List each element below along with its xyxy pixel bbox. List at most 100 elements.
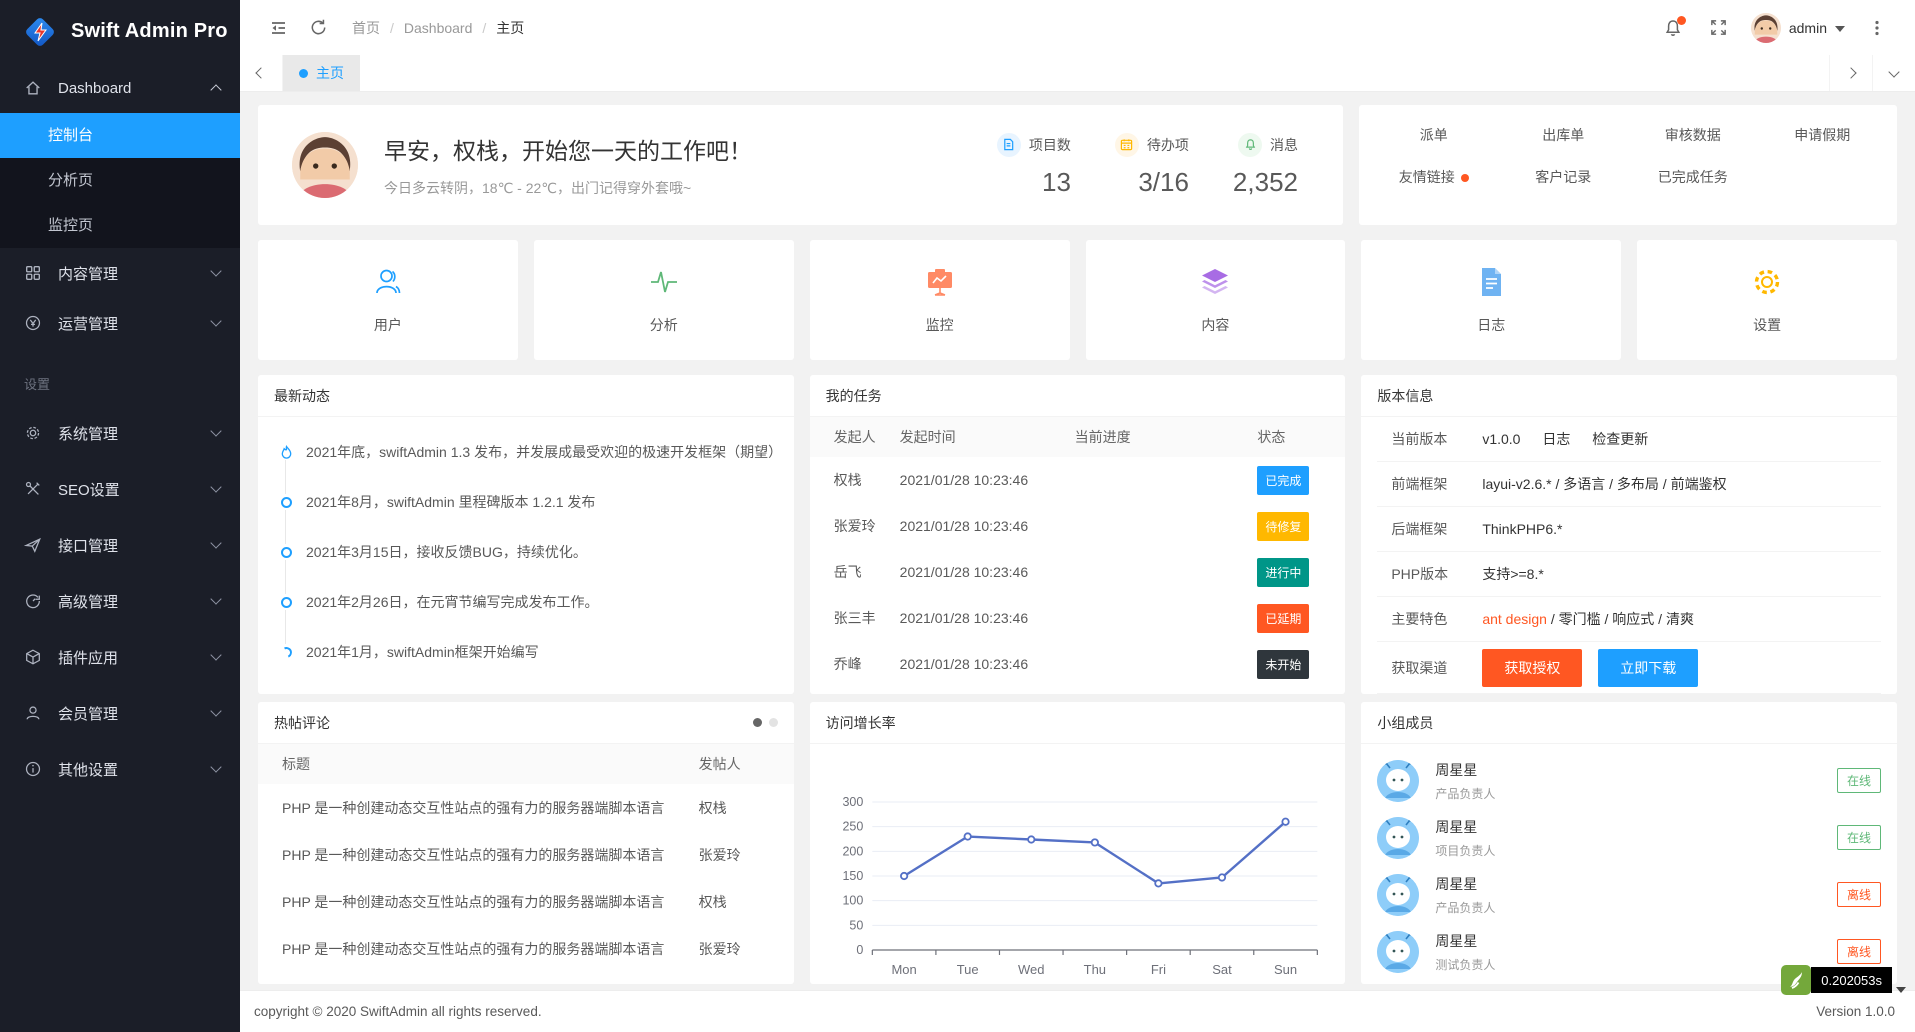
link-outbound[interactable]: 出库单 — [1499, 125, 1629, 145]
status-badge: 未开始 — [1257, 650, 1309, 679]
fullscreen-icon[interactable] — [1699, 8, 1739, 48]
thinkphp-flame-icon — [1781, 965, 1811, 995]
task-time: 2021/01/28 10:23:46 — [900, 518, 1075, 534]
card-title: 我的任务 — [826, 386, 882, 406]
carousel-dot[interactable] — [753, 718, 762, 727]
welcome-card: 早安，权栈，开始您一天的工作吧！ 今日多云转阴，18℃ - 22℃，出门记得穿外… — [258, 105, 1343, 225]
quick-nav-analysis[interactable]: 分析 — [534, 240, 794, 360]
task-owner: 张三丰 — [810, 608, 900, 628]
sidebar-item-monitor[interactable]: 监控页 — [0, 203, 240, 248]
svg-text:300: 300 — [842, 795, 863, 809]
breadcrumb-separator: / — [482, 20, 486, 36]
check-update-link[interactable]: 检查更新 — [1592, 431, 1648, 447]
sidebar-item-advanced-mgmt[interactable]: 高级管理 — [0, 573, 240, 629]
debug-trace-badge[interactable]: 0.202053s — [1781, 965, 1906, 995]
sidebar-item-operation-mgmt[interactable]: 运营管理 — [0, 298, 240, 348]
tasks-card: 我的任务 发起人 发起时间 当前进度 状态 权栈 2021/01/28 10:2… — [810, 375, 1346, 694]
caret-down-icon — [1835, 26, 1845, 32]
arc-icon — [278, 644, 294, 660]
task-time: 2021/01/28 10:23:46 — [900, 656, 1075, 672]
card-title: 访问增长率 — [826, 713, 896, 733]
get-license-button[interactable]: 获取授权 — [1482, 649, 1582, 687]
link-dispatch[interactable]: 派单 — [1369, 125, 1499, 145]
logo: Swift Admin Pro — [0, 0, 240, 63]
tab-scroll-right[interactable] — [1829, 55, 1872, 91]
stat-label: 待办项 — [1147, 135, 1189, 155]
tab-bar: 主页 — [240, 55, 1915, 92]
collapse-sidebar-icon[interactable] — [258, 8, 298, 48]
flame-icon — [278, 444, 294, 460]
member-row: 周星星 产品负责人 离线 — [1377, 866, 1881, 923]
member-role: 产品负责人 — [1435, 899, 1495, 916]
svg-text:Fri: Fri — [1150, 962, 1165, 977]
carousel-dot[interactable] — [769, 718, 778, 727]
feature-rest: / 零门槛 / 响应式 / 清爽 — [1547, 611, 1694, 627]
breadcrumb-dashboard[interactable]: Dashboard — [404, 20, 473, 36]
link-leave-request[interactable]: 申请假期 — [1758, 125, 1888, 145]
quick-nav-content[interactable]: 内容 — [1086, 240, 1346, 360]
username: admin — [1789, 20, 1827, 36]
backend-framework: ThinkPHP6.* — [1482, 521, 1562, 537]
version-row: 当前版本 v1.0.0 日志 检查更新 — [1377, 417, 1881, 462]
status-badge: 已完成 — [1257, 466, 1309, 495]
sidebar-item-label: 系统管理 — [58, 423, 212, 444]
post-author: 权栈 — [699, 892, 794, 912]
link-customer-records[interactable]: 客户记录 — [1499, 167, 1629, 187]
tools-icon — [24, 480, 42, 498]
quick-nav-settings[interactable]: 设置 — [1637, 240, 1897, 360]
changelog-link[interactable]: 日志 — [1542, 431, 1570, 447]
user-menu[interactable]: admin — [1745, 13, 1851, 43]
quick-nav-logs[interactable]: 日志 — [1361, 240, 1621, 360]
sidebar-item-console[interactable]: 控制台 — [0, 113, 240, 158]
notifications-bell-icon[interactable] — [1653, 8, 1693, 48]
tab-active-dot — [299, 69, 308, 78]
timeline-item: 2021年8月，swiftAdmin 里程碑版本 1.2.1 发布 — [264, 477, 778, 527]
post-title[interactable]: PHP 是一种创建动态交互性站点的强有力的服务器端脚本语言 — [258, 845, 699, 865]
tab-scroll-left[interactable] — [240, 55, 283, 91]
sidebar-item-seo-settings[interactable]: SEO设置 — [0, 461, 240, 517]
circle-icon — [278, 494, 294, 510]
post-title[interactable]: PHP 是一种创建动态交互性站点的强有力的服务器端脚本语言 — [258, 939, 699, 959]
growth-chart: 050100150200250300MonTueWedThuFriSatSun — [810, 744, 1346, 984]
svg-text:0: 0 — [856, 943, 863, 957]
member-avatar — [1377, 931, 1419, 973]
svg-text:50: 50 — [849, 918, 863, 932]
sidebar-item-analysis[interactable]: 分析页 — [0, 158, 240, 203]
member-name: 周星星 — [1435, 817, 1495, 837]
document-icon — [997, 133, 1021, 157]
link-completed-tasks[interactable]: 已完成任务 — [1628, 167, 1758, 187]
sidebar-item-system-mgmt[interactable]: 系统管理 — [0, 405, 240, 461]
sidebar-item-other-settings[interactable]: 其他设置 — [0, 741, 240, 797]
stat-projects: 项目数 13 — [997, 133, 1071, 198]
link-friend-links[interactable]: 友情链接 — [1369, 167, 1499, 187]
timeline-text: 2021年1月，swiftAdmin框架开始编写 — [306, 642, 539, 662]
refresh-icon[interactable] — [298, 8, 338, 48]
bell-icon — [1238, 133, 1262, 157]
quick-nav-users[interactable]: 用户 — [258, 240, 518, 360]
sidebar-item-content-mgmt[interactable]: 内容管理 — [0, 248, 240, 298]
sidebar-item-member-mgmt[interactable]: 会员管理 — [0, 685, 240, 741]
sidebar-item-label: SEO设置 — [58, 479, 212, 500]
sidebar-item-plugins[interactable]: 插件应用 — [0, 629, 240, 685]
member-avatar — [1377, 874, 1419, 916]
tab-menu-dropdown[interactable] — [1872, 55, 1915, 91]
quick-nav-monitor[interactable]: 监控 — [810, 240, 1070, 360]
svg-text:Mon: Mon — [891, 962, 916, 977]
table-row: PHP 是一种创建动态交互性站点的强有力的服务器端脚本语言 权栈 — [258, 878, 794, 925]
version-row: PHP版本 支持>=8.* — [1377, 552, 1881, 597]
post-title[interactable]: PHP 是一种创建动态交互性站点的强有力的服务器端脚本语言 — [258, 798, 699, 818]
growth-chart-card: 访问增长率 050100150200250300MonTueWedThuFriS… — [810, 702, 1346, 984]
post-title[interactable]: PHP 是一种创建动态交互性站点的强有力的服务器端脚本语言 — [258, 892, 699, 912]
tab-home[interactable]: 主页 — [283, 55, 360, 91]
download-button[interactable]: 立即下载 — [1598, 649, 1698, 687]
chevron-down-icon — [210, 649, 221, 660]
sidebar-item-api-mgmt[interactable]: 接口管理 — [0, 517, 240, 573]
logo-icon — [22, 14, 58, 50]
task-owner: 乔峰 — [810, 654, 900, 674]
breadcrumb-home[interactable]: 首页 — [352, 18, 380, 38]
sidebar-item-dashboard[interactable]: Dashboard — [0, 63, 240, 113]
table-row: 张三丰 2021/01/28 10:23:46 已延期 — [810, 595, 1346, 641]
link-audit-data[interactable]: 审核数据 — [1628, 125, 1758, 145]
table-header: 发起人 发起时间 当前进度 状态 — [810, 417, 1346, 457]
more-menu-icon[interactable] — [1857, 8, 1897, 48]
